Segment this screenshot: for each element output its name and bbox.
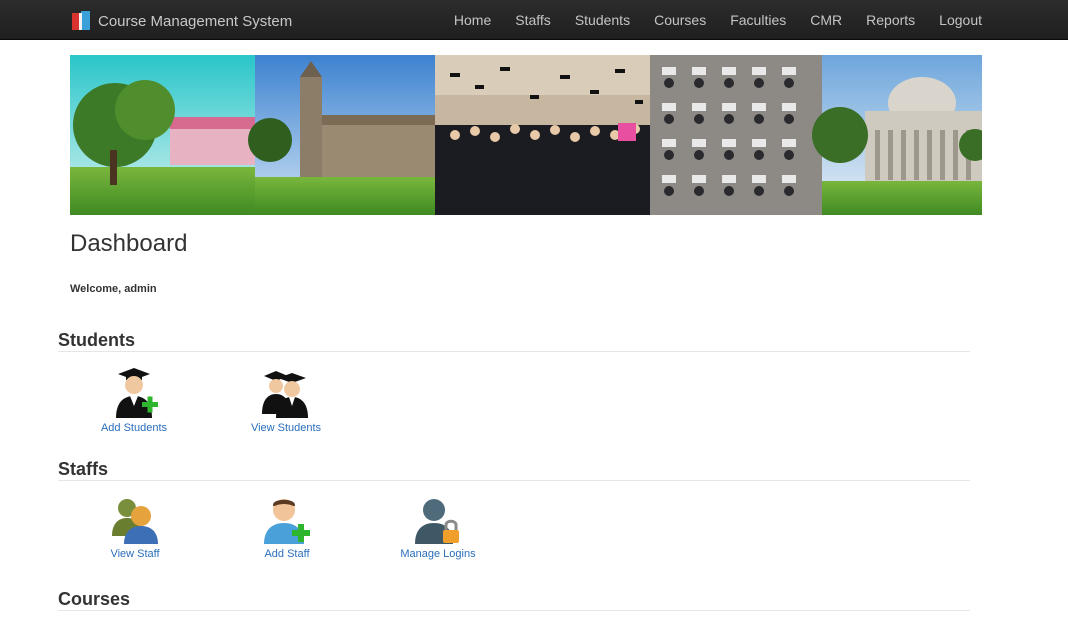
top-navbar: Course Management System Home Staffs Stu… — [0, 0, 1068, 40]
nav-students[interactable]: Students — [575, 12, 630, 28]
user-add-icon — [227, 496, 347, 546]
nav-home[interactable]: Home — [454, 12, 491, 28]
view-students-link[interactable]: View Students — [226, 422, 346, 434]
nav-reports[interactable]: Reports — [866, 12, 915, 28]
add-students-link[interactable]: Add Students — [74, 422, 194, 434]
banner-image — [70, 55, 982, 215]
user-lock-icon — [378, 496, 498, 546]
nav-courses[interactable]: Courses — [654, 12, 706, 28]
view-staff-link[interactable]: View Staff — [75, 548, 195, 560]
section-title-staffs: Staffs — [58, 459, 109, 479]
view-staff-tile[interactable]: View Staff — [75, 496, 195, 560]
nav-cmr[interactable]: CMR — [810, 12, 842, 28]
graduate-add-icon — [74, 366, 194, 420]
manage-logins-tile[interactable]: Manage Logins — [378, 496, 498, 560]
add-staff-tile[interactable]: Add Staff — [227, 496, 347, 560]
add-students-tile[interactable]: Add Students — [74, 366, 194, 434]
nav-logout[interactable]: Logout — [939, 12, 982, 28]
brand-text: Course Management System — [98, 12, 293, 30]
page-title: Dashboard — [70, 230, 188, 257]
view-students-tile[interactable]: View Students — [226, 366, 346, 434]
book-logo-icon — [72, 11, 90, 31]
main-nav: Home Staffs Students Courses Faculties C… — [430, 0, 982, 40]
section-title-courses: Courses — [58, 589, 131, 609]
nav-faculties[interactable]: Faculties — [730, 12, 786, 28]
section-divider — [58, 480, 970, 481]
add-staff-link[interactable]: Add Staff — [227, 548, 347, 560]
brand-link[interactable]: Course Management System — [72, 10, 292, 32]
section-title-students: Students — [58, 330, 136, 350]
section-divider — [58, 351, 970, 352]
manage-logins-link[interactable]: Manage Logins — [378, 548, 498, 560]
nav-staffs[interactable]: Staffs — [515, 12, 551, 28]
welcome-message: Welcome, admin — [70, 283, 157, 295]
staff-group-icon — [75, 496, 195, 546]
section-divider — [58, 610, 970, 611]
graduates-group-icon — [226, 366, 346, 420]
